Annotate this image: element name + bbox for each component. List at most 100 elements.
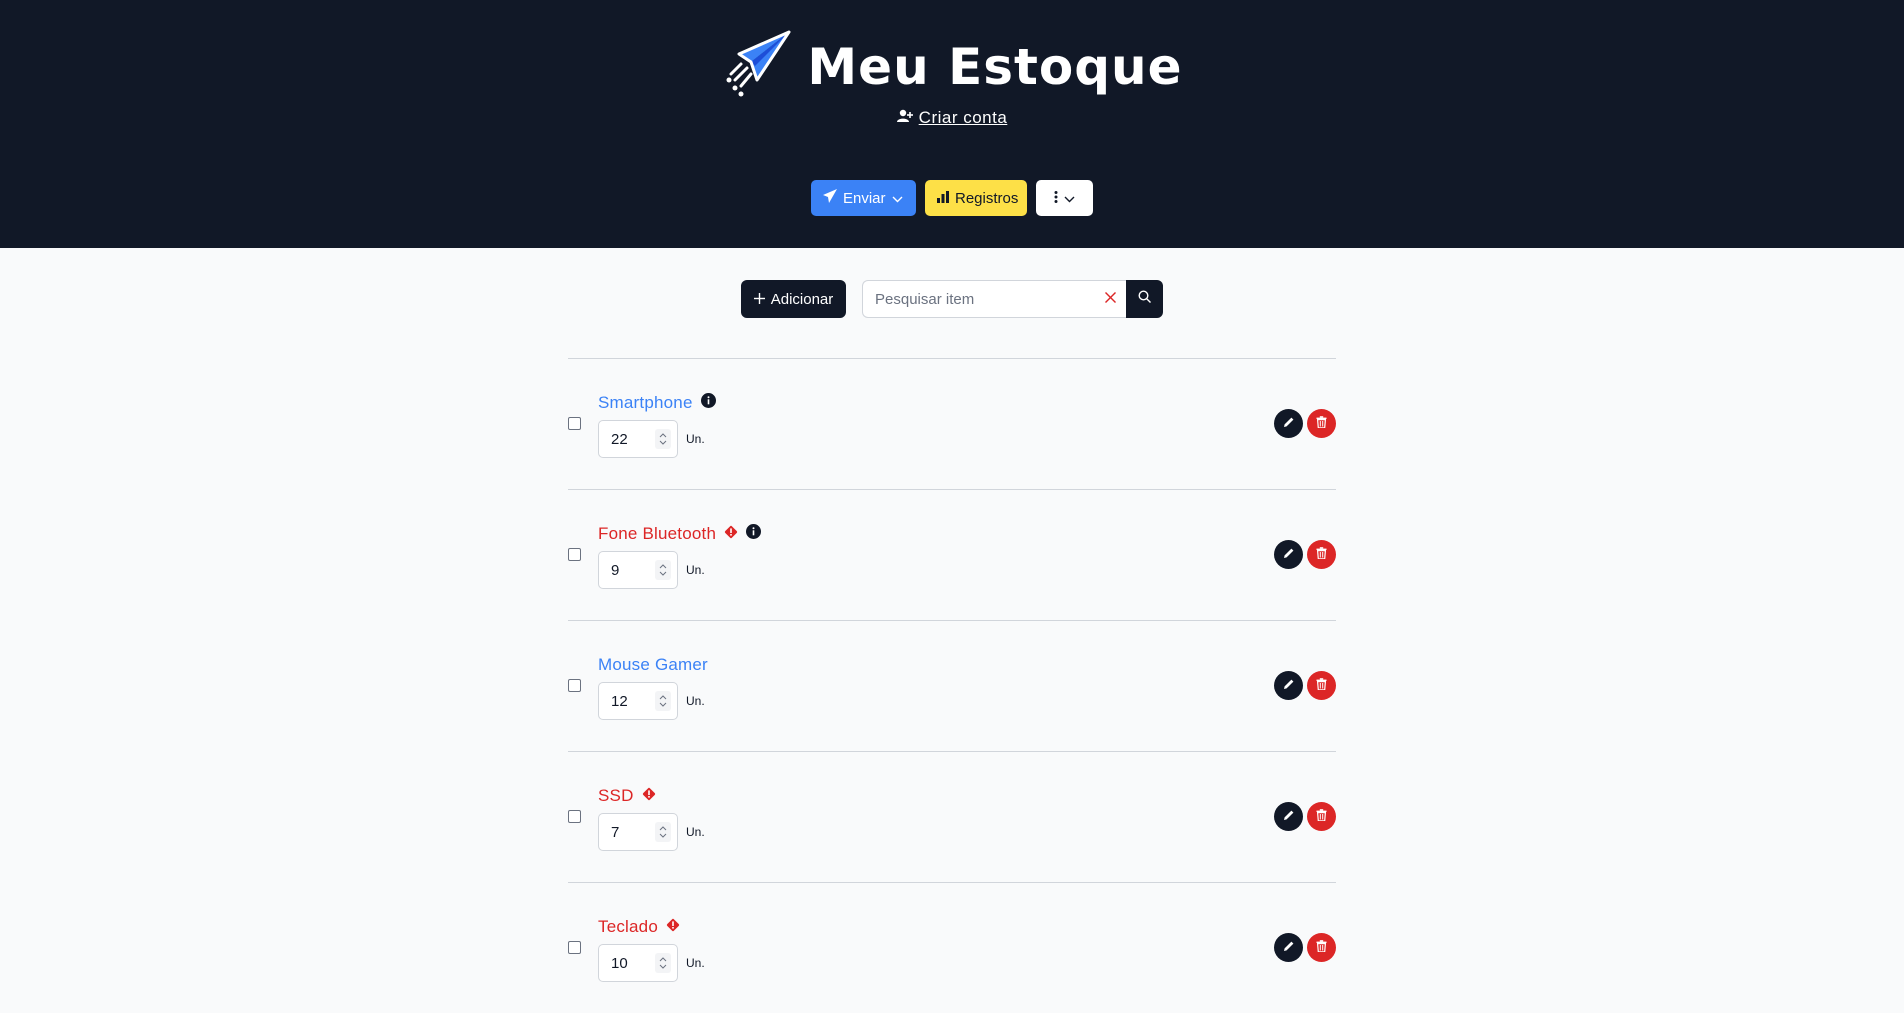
pencil-icon (1283, 808, 1295, 826)
rocket-icon (721, 28, 793, 105)
user-plus-icon (896, 108, 913, 128)
pencil-icon (1283, 677, 1295, 695)
quantity-line: 12 Un. (598, 682, 705, 720)
quantity-value: 7 (611, 823, 620, 841)
trash-icon (1316, 546, 1327, 564)
item-name-line: Fone Bluetooth (598, 524, 762, 544)
send-label: Enviar (843, 189, 886, 207)
spinner-arrows-icon[interactable] (655, 953, 671, 973)
item-name[interactable]: Fone Bluetooth (598, 524, 716, 544)
item-name[interactable]: Teclado (598, 917, 658, 937)
plus-icon (753, 291, 765, 308)
list-item: SSD 7 Un. (568, 751, 1336, 882)
list-item: Smartphone 22 Un. (568, 358, 1336, 489)
spinner-arrows-icon[interactable] (655, 691, 671, 711)
pencil-icon (1283, 939, 1295, 957)
info-icon[interactable] (746, 524, 762, 544)
list-item: Mouse Gamer 12 Un. (568, 620, 1336, 751)
quantity-unit: Un. (686, 694, 705, 708)
quantity-unit: Un. (686, 825, 705, 839)
item-name-line: Smartphone (598, 393, 716, 413)
pencil-icon (1283, 546, 1295, 564)
edit-button[interactable] (1274, 540, 1303, 569)
quantity-stepper[interactable]: 22 (598, 420, 678, 458)
more-options-button[interactable] (1036, 180, 1093, 216)
search-group (862, 280, 1163, 318)
pencil-icon (1283, 415, 1295, 433)
item-name-line: Mouse Gamer (598, 655, 708, 675)
logs-label: Registros (955, 189, 1019, 207)
send-dropdown-button[interactable]: Enviar (811, 180, 916, 216)
delete-button[interactable] (1307, 933, 1336, 962)
trash-icon (1316, 808, 1327, 826)
item-name[interactable]: SSD (598, 786, 634, 806)
create-account-label: Criar conta (918, 108, 1008, 127)
list-item: Fone Bluetooth 9 Un. (568, 489, 1336, 620)
quantity-stepper[interactable]: 12 (598, 682, 678, 720)
row-actions (1274, 933, 1336, 962)
delete-button[interactable] (1307, 540, 1336, 569)
quantity-stepper[interactable]: 9 (598, 551, 678, 589)
search-button[interactable] (1126, 280, 1163, 318)
add-item-label: Adicionar (770, 290, 834, 308)
item-checkbox[interactable] (568, 548, 581, 561)
quantity-line: 10 Un. (598, 944, 705, 982)
add-item-button[interactable]: Adicionar (741, 280, 846, 318)
warning-icon (666, 918, 680, 937)
create-account-link[interactable]: Criar conta (0, 108, 1904, 128)
trash-icon (1316, 677, 1327, 695)
quantity-unit: Un. (686, 432, 705, 446)
item-name[interactable]: Smartphone (598, 393, 693, 413)
item-checkbox[interactable] (568, 417, 581, 430)
quantity-line: 22 Un. (598, 420, 705, 458)
item-name-line: SSD (598, 786, 656, 806)
quantity-value: 22 (611, 430, 628, 448)
delete-button[interactable] (1307, 802, 1336, 831)
row-actions (1274, 671, 1336, 700)
quantity-value: 9 (611, 561, 620, 579)
item-checkbox[interactable] (568, 679, 581, 692)
edit-button[interactable] (1274, 409, 1303, 438)
spinner-arrows-icon[interactable] (655, 429, 671, 449)
list-item: Teclado 10 Un. (568, 882, 1336, 1013)
trash-icon (1316, 415, 1327, 433)
page-title: Meu Estoque (807, 37, 1183, 96)
search-icon (1138, 290, 1151, 308)
item-checkbox[interactable] (568, 810, 581, 823)
bar-chart-icon (937, 190, 949, 207)
logs-button[interactable]: Registros (925, 180, 1027, 216)
item-name-line: Teclado (598, 917, 680, 937)
item-checkbox[interactable] (568, 941, 581, 954)
delete-button[interactable] (1307, 409, 1336, 438)
clear-icon[interactable] (1105, 290, 1116, 308)
quantity-stepper[interactable]: 7 (598, 813, 678, 851)
search-input[interactable] (875, 290, 1105, 308)
warning-icon (642, 787, 656, 806)
row-actions (1274, 540, 1336, 569)
item-name[interactable]: Mouse Gamer (598, 655, 708, 675)
edit-button[interactable] (1274, 802, 1303, 831)
chevron-down-icon (1064, 190, 1075, 207)
info-icon[interactable] (700, 393, 716, 413)
spinner-arrows-icon[interactable] (655, 822, 671, 842)
quantity-unit: Un. (686, 563, 705, 577)
quantity-line: 7 Un. (598, 813, 705, 851)
vertical-dots-icon (1054, 190, 1058, 207)
row-actions (1274, 409, 1336, 438)
search-box (862, 280, 1126, 318)
quantity-unit: Un. (686, 956, 705, 970)
app-header: Meu Estoque Criar conta Enviar Registros (0, 0, 1904, 248)
delete-button[interactable] (1307, 671, 1336, 700)
spinner-arrows-icon[interactable] (655, 560, 671, 580)
paper-plane-icon (823, 189, 837, 207)
warning-icon (724, 525, 738, 544)
edit-button[interactable] (1274, 671, 1303, 700)
item-list: Smartphone 22 Un. Fone Bluetooth 9 Un. M… (568, 358, 1336, 1013)
search-bar: Adicionar (0, 280, 1904, 318)
chevron-down-icon (892, 190, 903, 207)
quantity-value: 12 (611, 692, 628, 710)
row-actions (1274, 802, 1336, 831)
edit-button[interactable] (1274, 933, 1303, 962)
quantity-value: 10 (611, 954, 628, 972)
quantity-stepper[interactable]: 10 (598, 944, 678, 982)
